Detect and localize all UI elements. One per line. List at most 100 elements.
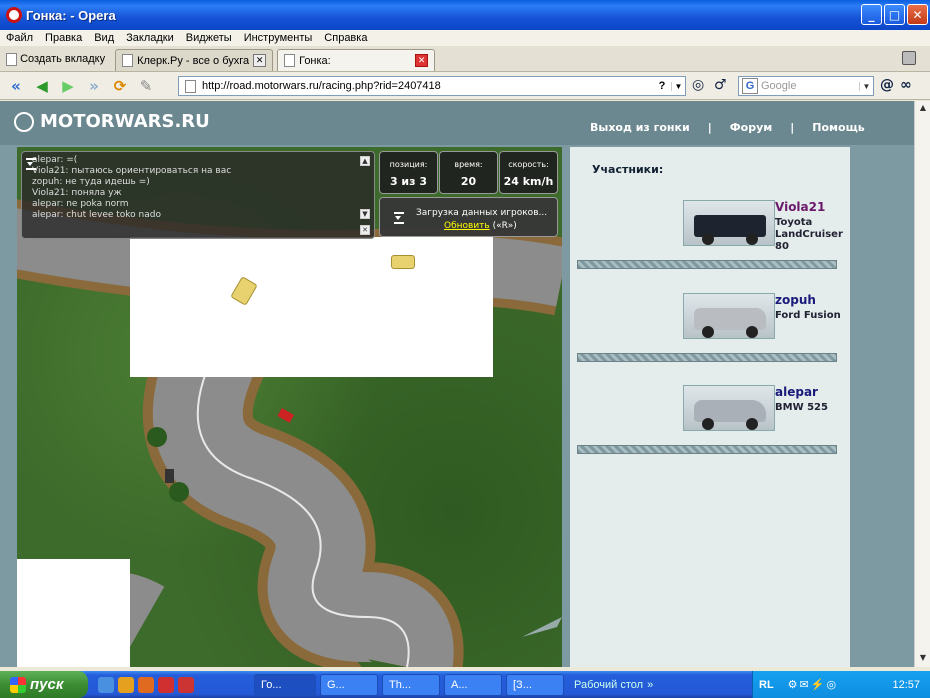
back-icon[interactable]: ◀ — [32, 76, 52, 96]
menu-bookmarks[interactable]: Закладки — [126, 32, 174, 44]
link-separator: | — [790, 121, 795, 134]
speed-value: 24 km/h — [503, 175, 554, 188]
forum-link[interactable]: Форум — [730, 121, 773, 134]
chat-message: zopuh: не туда идешь =) — [32, 177, 150, 187]
search-field[interactable]: G Google ▼ — [738, 76, 874, 96]
glasses-icon[interactable]: ∞ — [900, 77, 912, 93]
tab-label: Гонка: — [299, 54, 331, 67]
participant-name[interactable]: zopuh — [775, 293, 816, 307]
task-opera[interactable]: Го... — [254, 673, 316, 696]
menu-view[interactable]: Вид — [94, 32, 114, 44]
chat-message: alepar: ne poka norm — [32, 199, 129, 209]
opera-logo-icon — [6, 7, 22, 23]
logo-text: MOTORWARS.RU — [40, 111, 210, 132]
hourglass-icon — [26, 158, 36, 170]
car-thumbnail[interactable] — [683, 293, 775, 339]
close-button[interactable]: ✕ — [907, 4, 928, 25]
site-header: MOTORWARS.RU Выход из гонки | Форум | По… — [0, 101, 914, 145]
position-value: 3 из 3 — [389, 175, 428, 188]
mail-icon[interactable]: @ — [880, 77, 894, 93]
chat-scroll-up-icon[interactable]: ▲ — [360, 156, 370, 166]
fast-forward-icon[interactable]: » — [84, 76, 104, 96]
site-logo[interactable]: MOTORWARS.RU — [14, 111, 210, 132]
refresh-link[interactable]: Обновить — [444, 221, 490, 231]
tray-icons[interactable]: ⚙✉⚡◎ — [788, 678, 838, 691]
tab-close-icon[interactable]: ✕ — [415, 54, 429, 67]
google-icon: G — [742, 78, 758, 94]
page-icon — [122, 54, 134, 67]
participant-name[interactable]: Viola21 — [775, 200, 825, 214]
new-tab-button[interactable]: Создать вкладку — [0, 47, 111, 71]
media-icon[interactable] — [118, 676, 134, 693]
car-thumbnail[interactable] — [683, 200, 775, 246]
chat-close-icon[interactable]: ✕ — [360, 225, 370, 235]
chat-message: Viola21: поняла уж — [32, 188, 122, 198]
chat-message: Viola21: пытаюсь ориентироваться на вас — [32, 166, 232, 176]
navigation-bar: « ◀ ▶ » ⟳ ✎ http://road.motorwars.ru/rac… — [0, 72, 930, 100]
address-field[interactable]: http://road.motorwars.ru/racing.php?rid=… — [178, 76, 686, 96]
help-icon[interactable]: ? — [653, 80, 671, 92]
speed-indicator: скорость: 24 km/h — [499, 151, 558, 194]
task-mail[interactable]: A... — [444, 673, 502, 696]
time-value: 20 — [460, 175, 477, 188]
scroll-down-icon[interactable]: ▼ — [917, 653, 929, 665]
top-links: Выход из гонки | Форум | Помощь — [590, 121, 865, 134]
tab-race[interactable]: Гонка: ✕ — [277, 49, 436, 71]
position-indicator: позиция: 3 из 3 — [379, 151, 438, 194]
scroll-up-icon[interactable]: ▲ — [917, 103, 929, 115]
page-scrollbar[interactable]: ▲ ▼ — [914, 101, 930, 667]
map-unloaded-area — [17, 559, 130, 667]
task-thebat[interactable]: Th... — [382, 673, 440, 696]
page-icon — [185, 79, 196, 93]
help-link[interactable]: Помощь — [812, 121, 864, 134]
participants-title: Участники: — [592, 163, 664, 176]
menu-file[interactable]: Файл — [6, 32, 33, 44]
language-indicator[interactable]: RL — [759, 679, 774, 691]
forward-icon[interactable]: ▶ — [58, 76, 78, 96]
task-google[interactable]: G... — [320, 673, 378, 696]
window-title: Гонка: - Opera — [26, 7, 116, 23]
chat-message: alepar: chut levee toko nado — [32, 210, 161, 220]
app-icon[interactable] — [178, 676, 194, 693]
start-button[interactable]: пуск — [0, 671, 88, 698]
wheel-icon — [746, 233, 758, 245]
car-thumbnail[interactable] — [683, 385, 775, 431]
hourglass-icon — [394, 212, 404, 224]
refresh-hint: («R») — [492, 221, 517, 231]
trash-icon[interactable] — [902, 51, 916, 65]
menu-edit[interactable]: Правка — [45, 32, 82, 44]
tab-bar: Создать вкладку Клерк.Ру - все о бухга..… — [0, 46, 930, 72]
window-titlebar[interactable]: Гонка: - Opera _ □ ✕ — [0, 0, 930, 30]
rewind-icon[interactable]: « — [6, 76, 26, 96]
menu-help[interactable]: Справка — [324, 32, 367, 44]
menu-tools[interactable]: Инструменты — [244, 32, 313, 44]
windows-flag-icon — [10, 676, 26, 693]
tab-klerk[interactable]: Клерк.Ру - все о бухга... ✕ — [115, 49, 274, 71]
race-game-area[interactable]: alepar: =( Viola21: пытаюсь ориентироват… — [17, 147, 562, 667]
exit-race-link[interactable]: Выход из гонки — [590, 121, 690, 134]
quick-launch — [98, 676, 194, 693]
search-dropdown-icon[interactable]: ▼ — [859, 81, 873, 91]
system-tray: RL ⚙✉⚡◎ 12:57 — [752, 671, 930, 698]
participant-name[interactable]: alepar — [775, 385, 818, 399]
address-dropdown-icon[interactable]: ▼ — [671, 81, 685, 91]
task-folder[interactable]: [З... — [506, 673, 564, 696]
reload-icon[interactable]: ⟳ — [110, 76, 130, 96]
edit-icon[interactable]: ✎ — [136, 76, 156, 96]
chat-scroll-down-icon[interactable]: ▼ — [360, 209, 370, 219]
toolbar-chevron-icon[interactable]: » — [647, 679, 653, 691]
menu-widgets[interactable]: Виджеты — [186, 32, 232, 44]
window-controls: _ □ ✕ — [861, 4, 928, 25]
translate-icon[interactable]: ♂ — [714, 77, 727, 93]
address-url[interactable]: http://road.motorwars.ru/racing.php?rid=… — [202, 80, 653, 92]
firefox-icon[interactable] — [138, 676, 154, 693]
desktop-toolbar-label[interactable]: Рабочий стол — [574, 679, 643, 691]
maximize-button[interactable]: □ — [884, 4, 905, 25]
tab-close-icon[interactable]: ✕ — [253, 54, 267, 67]
minimize-button[interactable]: _ — [861, 4, 882, 25]
show-desktop-icon[interactable] — [98, 676, 114, 693]
opera-icon[interactable] — [158, 676, 174, 693]
new-page-icon — [6, 52, 17, 66]
wand-icon[interactable]: ◎ — [692, 77, 704, 93]
wheel-icon — [702, 233, 714, 245]
